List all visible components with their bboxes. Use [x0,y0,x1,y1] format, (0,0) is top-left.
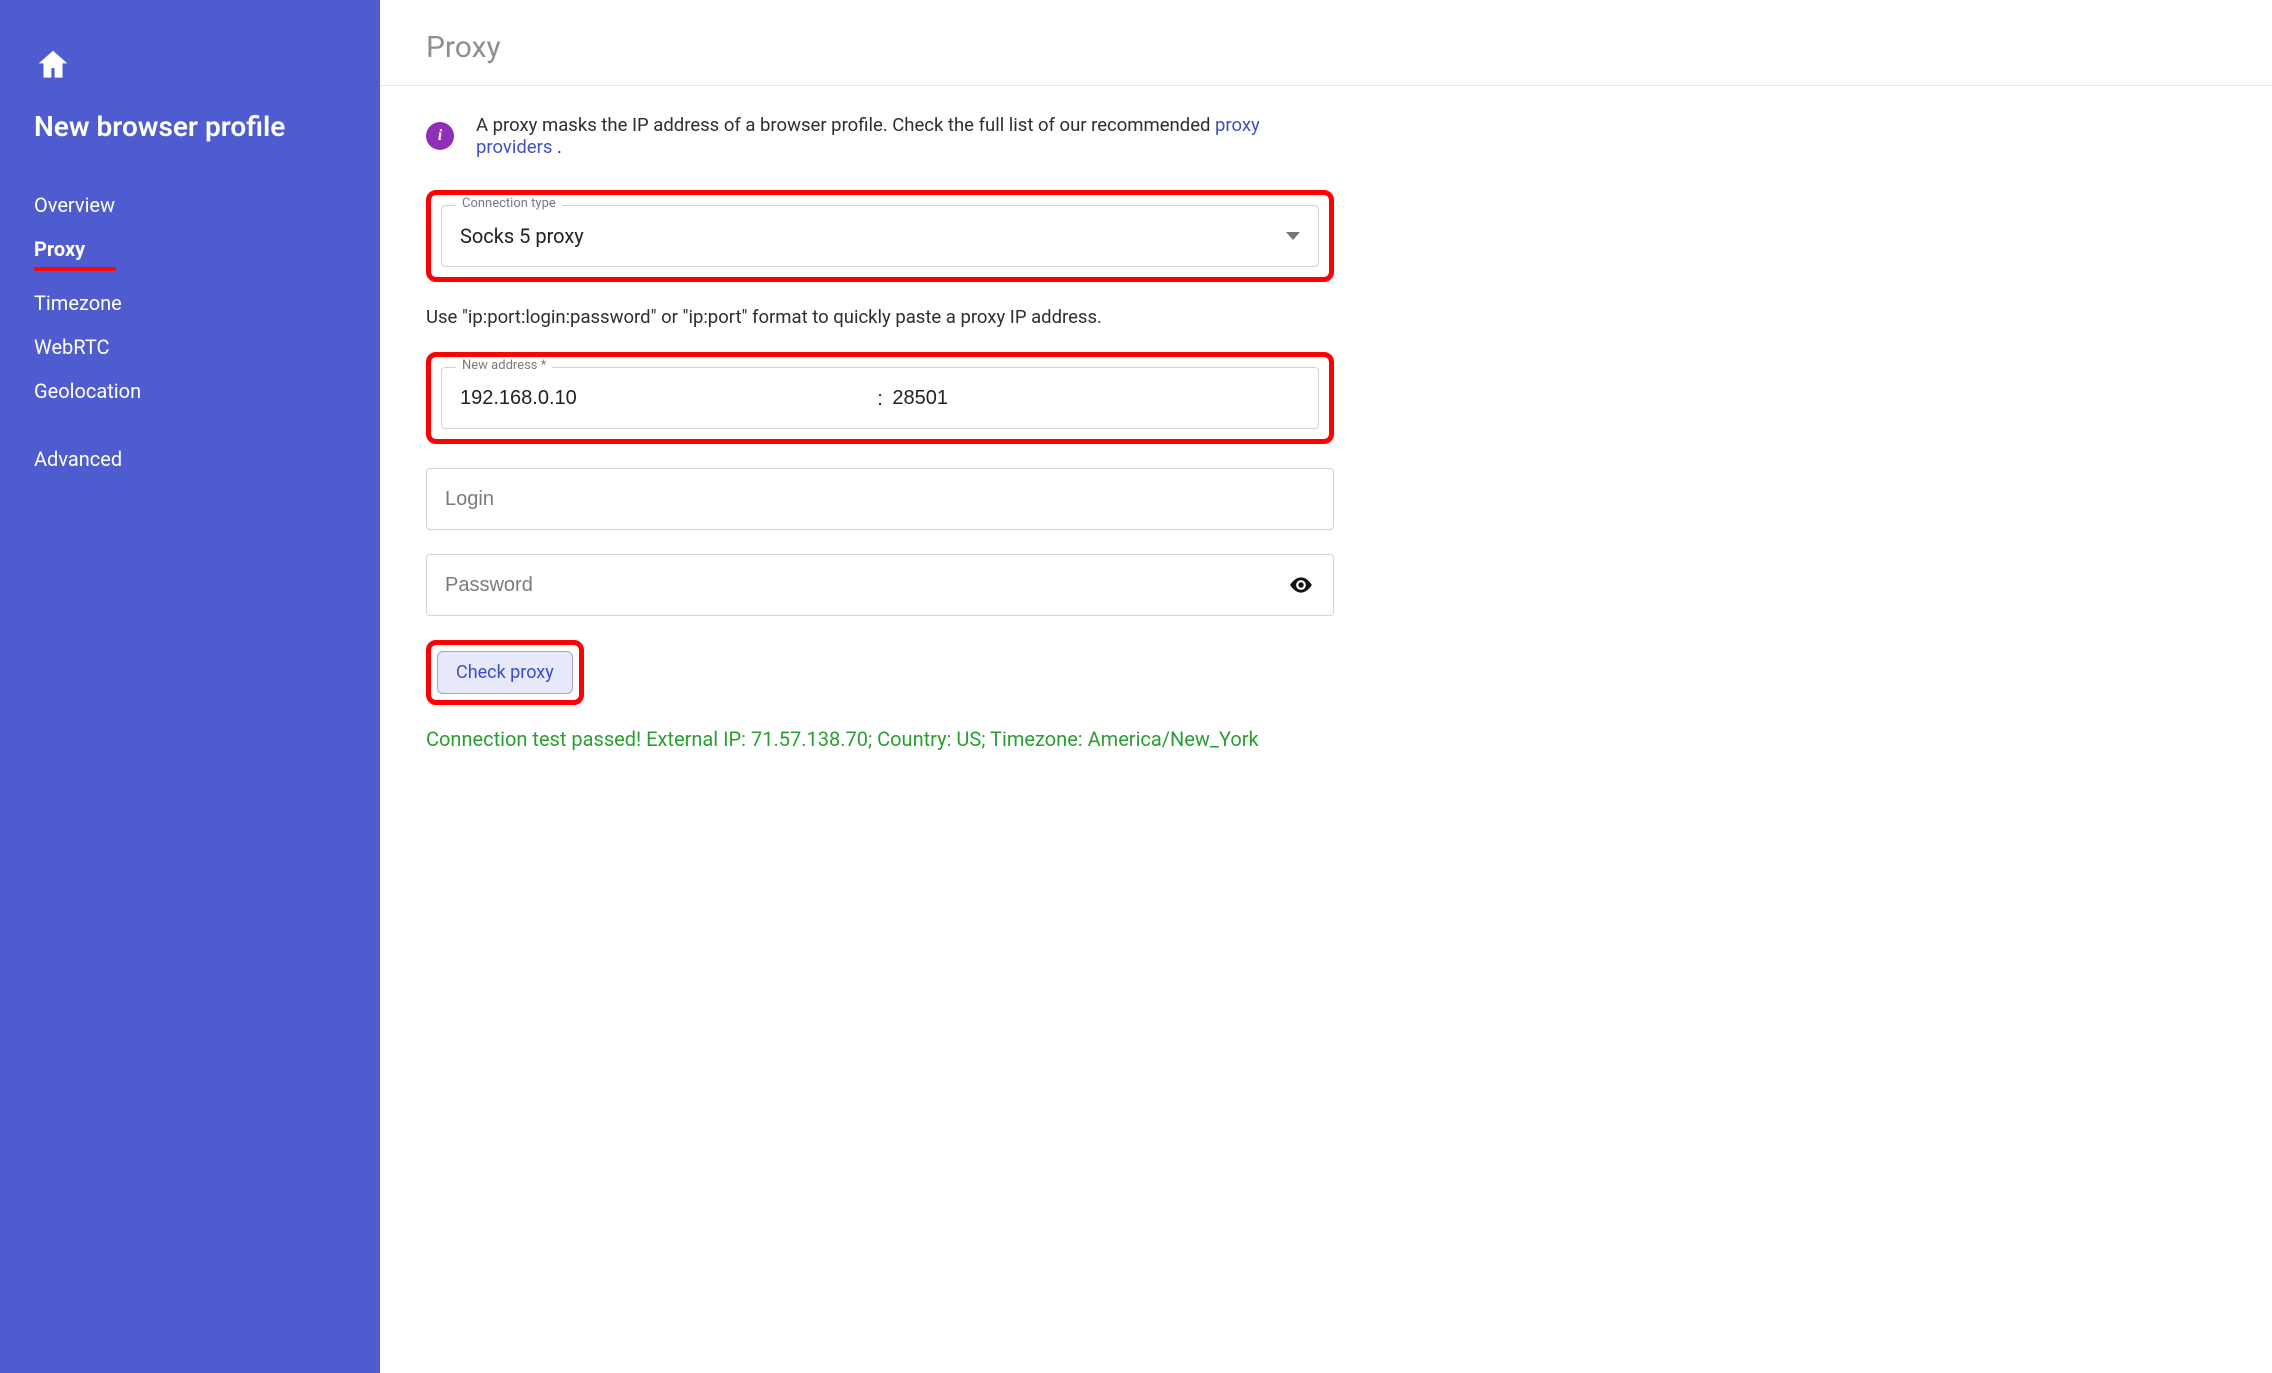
new-address-label: New address * [456,358,552,373]
main: Proxy i A proxy masks the IP address of … [380,0,2272,1373]
sidebar-item-label: Overview [34,193,115,217]
address-port-input[interactable] [892,369,1300,427]
address-separator: : [868,386,893,410]
sidebar-gap [0,413,380,437]
password-field [426,554,1334,616]
new-address-field: New address * : [441,367,1319,429]
login-input[interactable] [445,470,1315,528]
sidebar: New browser profile Overview Proxy Timez… [0,0,380,1373]
home-button[interactable] [0,46,380,110]
info-text: A proxy masks the IP address of a browse… [476,114,1334,158]
highlight-connection-type: Connection type Socks 5 proxy [426,190,1334,282]
section-title: Proxy [426,30,501,65]
paste-hint: Use "ip:port:login:password" or "ip:port… [426,306,1334,328]
check-proxy-label: Check proxy [456,662,554,683]
connection-type-select[interactable]: Connection type Socks 5 proxy [441,205,1319,267]
sidebar-item-overview[interactable]: Overview [0,183,380,227]
sidebar-nav: Overview Proxy Timezone WebRTC Geolocati… [0,183,380,481]
sidebar-item-advanced[interactable]: Advanced [0,437,380,481]
password-input[interactable] [445,556,1287,614]
sidebar-item-webrtc[interactable]: WebRTC [0,325,380,369]
info-text-after: . [552,136,561,158]
sidebar-item-label: Advanced [34,447,122,471]
sidebar-item-label: Proxy [34,237,85,261]
sidebar-item-label: Geolocation [34,379,141,403]
eye-icon [1288,572,1314,598]
toggle-password-visibility[interactable] [1287,571,1315,599]
sidebar-item-proxy[interactable]: Proxy [0,227,380,281]
sidebar-item-label: WebRTC [34,335,110,359]
sidebar-item-label: Timezone [34,291,122,315]
sidebar-item-timezone[interactable]: Timezone [0,281,380,325]
info-text-before: A proxy masks the IP address of a browse… [476,114,1215,136]
section-header: Proxy [380,0,2272,86]
connection-status: Connection test passed! External IP: 71.… [426,727,1334,751]
info-icon: i [426,122,454,150]
sidebar-item-geolocation[interactable]: Geolocation [0,369,380,413]
active-underline [34,267,116,271]
chevron-down-icon [1286,232,1300,240]
highlight-check-proxy: Check proxy [426,640,584,705]
check-proxy-button[interactable]: Check proxy [437,651,573,694]
highlight-new-address: New address * : [426,352,1334,444]
info-line: i A proxy masks the IP address of a brow… [426,114,1334,158]
connection-type-value: Socks 5 proxy [460,224,1286,248]
address-host-input[interactable] [460,369,868,427]
page-title: New browser profile [0,110,380,183]
connection-type-label: Connection type [456,196,562,211]
login-field [426,468,1334,530]
home-icon [34,46,72,84]
